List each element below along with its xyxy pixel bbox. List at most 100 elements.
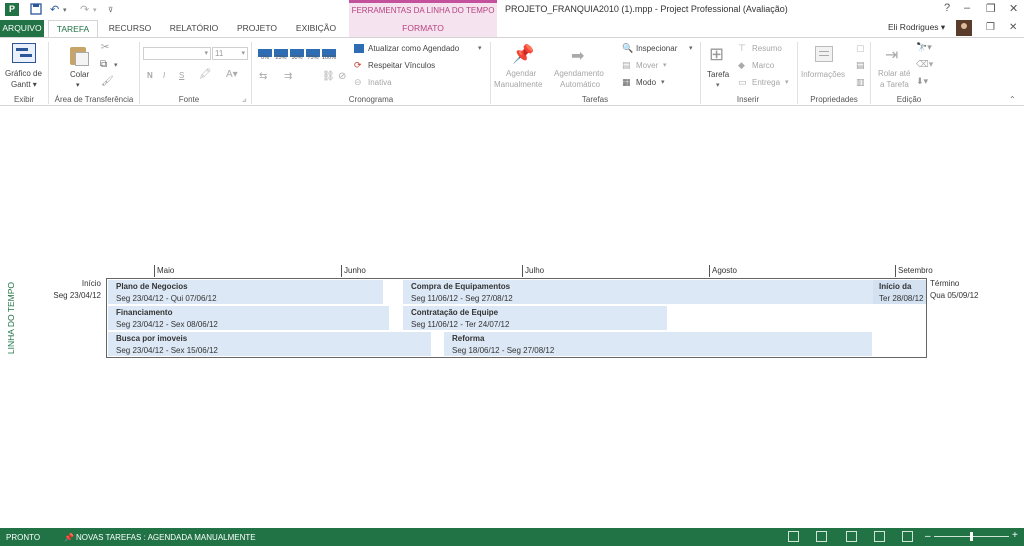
underline-button[interactable]: S: [179, 71, 184, 80]
font-color-icon[interactable]: A▾: [226, 69, 238, 80]
deliverable-dropdown-icon[interactable]: ▾: [785, 78, 789, 86]
gantt-chart-label-1[interactable]: Gráfico de: [5, 69, 42, 78]
link-icon[interactable]: ⛓: [322, 71, 335, 82]
move-left-icon[interactable]: ⇆: [259, 71, 267, 82]
task-insert-icon[interactable]: ⊞: [709, 44, 724, 65]
tab-task[interactable]: TAREFA: [48, 20, 98, 37]
redo-dropdown-icon[interactable]: ▾: [93, 6, 97, 14]
auto-schedule-label-2[interactable]: Automático: [560, 80, 600, 89]
task-insert-button[interactable]: Tarefa: [707, 70, 729, 79]
information-button[interactable]: Informações: [801, 70, 845, 79]
copy-dropdown-icon[interactable]: ▾: [114, 61, 118, 69]
tab-report[interactable]: RELATÓRIO: [164, 20, 224, 37]
timeline-bar[interactable]: Compra de Equipamentos Seg 11/06/12 - Se…: [403, 280, 873, 304]
manual-schedule-label-2[interactable]: Manualmente: [494, 80, 542, 89]
respect-links-icon[interactable]: ⟳: [354, 60, 362, 71]
tab-format[interactable]: FORMATO: [390, 20, 456, 37]
cut-icon[interactable]: ✂: [101, 42, 109, 53]
milestone-icon[interactable]: ◆: [738, 60, 745, 71]
gantt-chart-label-2[interactable]: Gantt ▾: [11, 80, 37, 89]
milestone-button[interactable]: Marco: [752, 61, 774, 70]
font-size-input[interactable]: 11 ▾: [212, 47, 248, 60]
mode-dropdown-icon[interactable]: ▾: [661, 78, 665, 86]
update-schedule-icon[interactable]: [354, 44, 364, 53]
auto-schedule-icon[interactable]: ➡: [571, 46, 584, 66]
paste-label[interactable]: Colar: [70, 70, 89, 79]
respect-links-button[interactable]: Respeitar Vínculos: [368, 61, 435, 70]
unlink-icon[interactable]: ⊘: [338, 71, 346, 82]
manual-schedule-label-1[interactable]: Agendar: [506, 69, 536, 78]
restore-button[interactable]: ❐: [986, 2, 996, 15]
paste-dropdown-icon[interactable]: ▾: [76, 81, 80, 89]
app-icon[interactable]: P: [5, 3, 19, 16]
gantt-view-icon[interactable]: [816, 531, 827, 542]
add-to-timeline-icon[interactable]: ▥: [856, 77, 865, 88]
paste-icon[interactable]: [70, 44, 90, 66]
scroll-to-task-label-2[interactable]: a Tarefa: [880, 80, 909, 89]
move-dropdown-icon[interactable]: ▾: [663, 61, 667, 69]
inactive-button[interactable]: Inativa: [368, 78, 392, 87]
scroll-to-task-icon[interactable]: ⇥: [885, 45, 898, 65]
new-tasks-mode[interactable]: NOVAS TAREFAS : AGENDADA MANUALMENTE: [76, 533, 256, 542]
undo-icon[interactable]: ↶: [50, 3, 59, 16]
gantt-chart-icon[interactable]: [12, 43, 36, 63]
collapse-ribbon-icon[interactable]: ⌃: [1009, 95, 1016, 104]
tab-project[interactable]: PROJETO: [232, 20, 282, 37]
minimize-button[interactable]: –: [964, 2, 970, 14]
tab-view[interactable]: EXIBIÇÃO: [290, 20, 342, 37]
help-button[interactable]: ?: [944, 2, 950, 14]
highlight-color-icon[interactable]: 🖍: [199, 69, 212, 80]
calendar-view-icon[interactable]: [788, 531, 799, 542]
team-planner-view-icon[interactable]: [874, 531, 885, 542]
clear-icon[interactable]: ⌫▾: [916, 59, 933, 70]
italic-button[interactable]: I: [163, 71, 165, 80]
font-name-input[interactable]: ▾: [143, 47, 211, 60]
zoom-in-icon[interactable]: +: [1012, 530, 1018, 541]
user-name[interactable]: Eli Rodrigues ▾: [888, 22, 945, 33]
move-right-icon[interactable]: ⇉: [284, 71, 292, 82]
mode-icon[interactable]: ▦: [622, 77, 631, 88]
timeline-bar[interactable]: Financiamento Seg 23/04/12 - Sex 08/06/1…: [108, 306, 389, 330]
close-button[interactable]: ✕: [1009, 2, 1018, 15]
customize-toolbar-icon[interactable]: ⊽: [108, 6, 113, 14]
inspect-icon[interactable]: 🔍: [622, 43, 633, 54]
inspect-dropdown-icon[interactable]: ▾: [689, 44, 693, 52]
mode-button[interactable]: Modo: [636, 78, 656, 87]
timeline-frame[interactable]: Plano de Negocios Seg 23/04/12 - Qui 07/…: [106, 278, 927, 358]
task-insert-dropdown-icon[interactable]: ▾: [716, 81, 720, 89]
notes-icon[interactable]: ▢: [856, 43, 865, 54]
update-dropdown-icon[interactable]: ▾: [478, 44, 482, 52]
pin-status-icon[interactable]: 📌: [64, 533, 74, 542]
redo-icon[interactable]: ↷: [80, 3, 89, 16]
tab-file[interactable]: ARQUIVO: [0, 20, 44, 37]
inspect-button[interactable]: Inspecionar: [636, 44, 677, 53]
move-icon[interactable]: ▤: [622, 60, 631, 71]
font-dialog-launcher-icon[interactable]: ⊿: [242, 97, 247, 104]
bold-button[interactable]: N: [147, 71, 153, 80]
deliverable-button[interactable]: Entrega: [752, 78, 780, 87]
details-icon[interactable]: ▤: [856, 60, 865, 71]
zoom-out-icon[interactable]: –: [925, 531, 931, 542]
timeline-bar[interactable]: Busca por imoveis Seg 23/04/12 - Sex 15/…: [108, 332, 431, 356]
move-button[interactable]: Mover: [636, 61, 658, 70]
deliverable-icon[interactable]: ▭: [738, 77, 747, 88]
pin-icon[interactable]: 📌: [512, 44, 534, 65]
update-as-scheduled-button[interactable]: Atualizar como Agendado: [368, 44, 459, 53]
ribbon-display-icon[interactable]: ❐: [986, 22, 995, 33]
information-icon[interactable]: [815, 46, 833, 62]
fill-icon[interactable]: ⬇▾: [916, 76, 928, 87]
summary-icon[interactable]: ⊤: [738, 43, 746, 54]
tab-resource[interactable]: RECURSO: [104, 20, 156, 37]
inactive-icon[interactable]: ⊖: [354, 77, 362, 88]
timeline-bar[interactable]: Reforma Seg 18/06/12 - Seg 27/08/12: [444, 332, 872, 356]
summary-button[interactable]: Resumo: [752, 44, 782, 53]
save-icon[interactable]: [30, 3, 42, 18]
timeline-bar[interactable]: Contratação de Equipe Seg 11/06/12 - Ter…: [403, 306, 667, 330]
task-usage-view-icon[interactable]: [846, 531, 857, 542]
find-icon[interactable]: 🔭▾: [916, 42, 932, 53]
timeline-bar[interactable]: Início da Ter 28/08/12: [873, 280, 926, 304]
avatar[interactable]: [956, 20, 972, 36]
timeline-bar[interactable]: Plano de Negocios Seg 23/04/12 - Qui 07/…: [108, 280, 383, 304]
scroll-to-task-label-1[interactable]: Rolar até: [878, 69, 910, 78]
resource-sheet-view-icon[interactable]: [902, 531, 913, 542]
